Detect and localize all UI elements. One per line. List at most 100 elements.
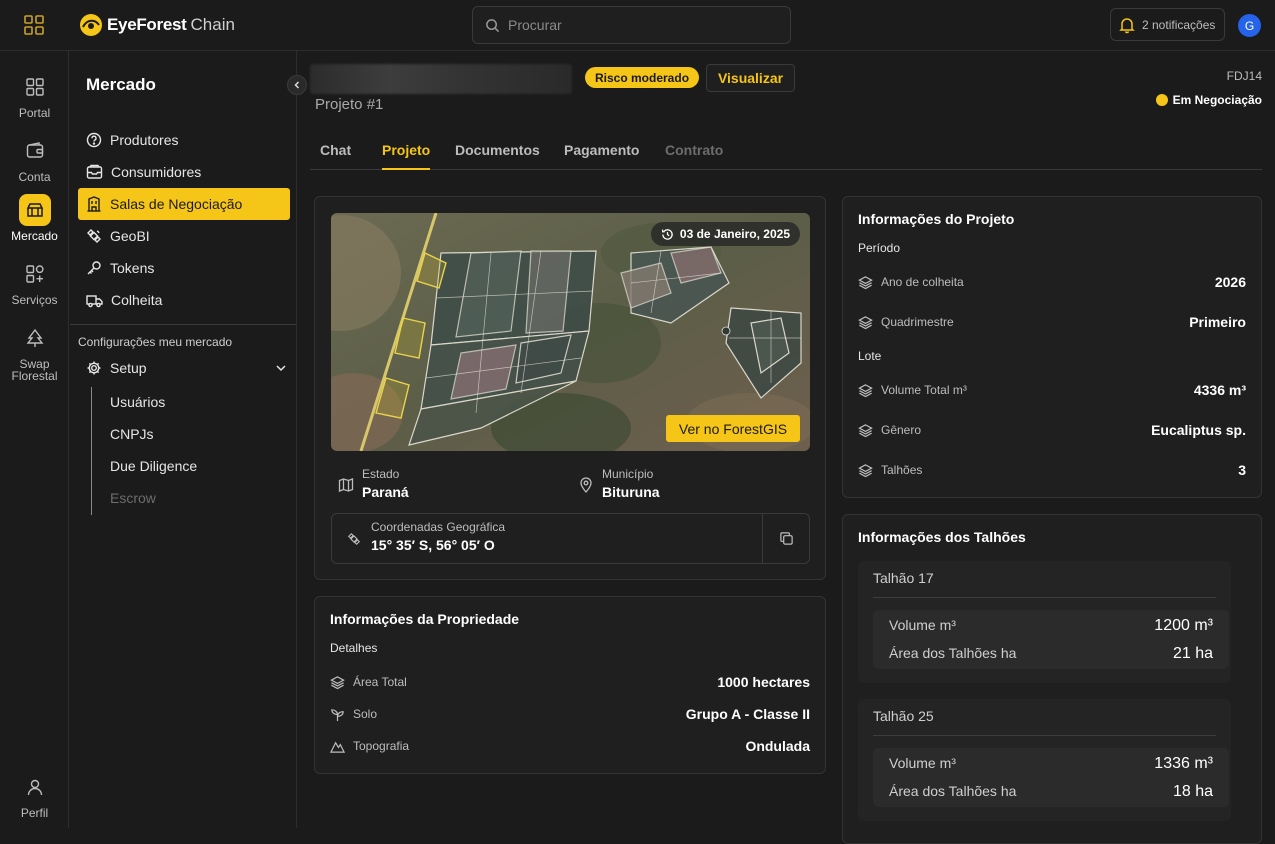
map-date-chip: 03 de Janeiro, 2025 bbox=[650, 222, 800, 246]
project-row-label: Talhões bbox=[881, 463, 923, 477]
wallet-icon bbox=[19, 135, 51, 167]
collapse-sidebar-button[interactable] bbox=[287, 75, 307, 95]
sidebar-item-label: Tokens bbox=[110, 260, 155, 276]
sidebar-item-tokens[interactable]: Tokens bbox=[78, 252, 290, 284]
talhao-area-row: Área dos Talhões ha 21 ha bbox=[889, 645, 1213, 663]
project-row-label: Gênero bbox=[881, 423, 922, 437]
satellite-map[interactable]: 03 de Janeiro, 2025 Ver no ForestGIS bbox=[331, 213, 810, 451]
icon-rail: Portal Conta Mercado Serviços Swap Flore… bbox=[0, 51, 69, 828]
mountain-icon bbox=[330, 740, 345, 753]
project-row-value: 4336 m³ bbox=[1193, 382, 1246, 398]
submenu-item-due-diligence[interactable]: Due Diligence bbox=[110, 458, 197, 474]
sidebar-divider bbox=[70, 324, 296, 325]
submenu-guide-line bbox=[91, 387, 92, 515]
satellite-icon bbox=[347, 532, 361, 546]
submenu-item-usuarios[interactable]: Usuários bbox=[110, 394, 165, 410]
rail-label-conta: Conta bbox=[18, 170, 51, 184]
main-content: Risco moderado Visualizar Projeto #1 FDJ… bbox=[298, 51, 1275, 844]
project-row-ano-de-colheita: Ano de colheita 2026 bbox=[858, 272, 1246, 292]
property-row-topografia: Topografia Ondulada bbox=[330, 736, 810, 756]
user-avatar[interactable]: G bbox=[1238, 14, 1261, 37]
brand-name-light: Chain bbox=[190, 15, 235, 34]
talhoes-info-title: Informações dos Talhões bbox=[858, 529, 1026, 545]
talhao-name: Talhão 25 bbox=[873, 708, 934, 724]
rail-item-swap-florestal[interactable]: Swap Florestal bbox=[0, 322, 69, 382]
history-icon bbox=[661, 228, 673, 240]
copy-coordinates-button[interactable] bbox=[762, 514, 809, 563]
project-row-value: 3 bbox=[1238, 462, 1246, 478]
project-row-value: Eucaliptus sp. bbox=[1151, 422, 1246, 438]
inbox-icon bbox=[86, 164, 103, 179]
tree-icon bbox=[19, 322, 51, 354]
property-row-value: Grupo A - Classe II bbox=[685, 706, 810, 722]
sidebar-item-salas-de-negociacao[interactable]: Salas de Negociação bbox=[78, 188, 290, 220]
talhao-area-row: Área dos Talhões ha 18 ha bbox=[889, 783, 1213, 801]
visualizar-button[interactable]: Visualizar bbox=[706, 64, 795, 92]
project-name: Projeto #1 bbox=[315, 96, 384, 113]
tab-projeto[interactable]: Projeto bbox=[382, 142, 431, 170]
status-badge: Em Negociação bbox=[1155, 93, 1262, 107]
setup-menu-toggle[interactable]: Setup bbox=[78, 353, 290, 383]
project-row-genero: Gênero Eucaliptus sp. bbox=[858, 420, 1246, 440]
sidebar-item-geobi[interactable]: GeoBI bbox=[78, 220, 290, 252]
brand-name-bold: EyeForest bbox=[107, 15, 187, 34]
submenu-item-escrow: Escrow bbox=[110, 490, 156, 506]
layers-icon bbox=[330, 675, 345, 689]
brand-logo[interactable]: EyeForest Chain bbox=[79, 12, 235, 38]
project-row-value: Primeiro bbox=[1189, 314, 1246, 330]
search-input[interactable] bbox=[508, 17, 768, 33]
talhao-volume-label: Volume m³ bbox=[889, 617, 956, 633]
talhao-card: Talhão 17 Volume m³ 1200 m³ Área dos Tal… bbox=[858, 561, 1231, 683]
risk-badge: Risco moderado bbox=[585, 67, 700, 88]
estado-value: Paraná bbox=[362, 484, 409, 500]
sidebar-item-colheita[interactable]: Colheita bbox=[78, 284, 290, 316]
tab-pagamento[interactable]: Pagamento bbox=[564, 142, 639, 158]
estado-field: Estado Paraná bbox=[338, 467, 409, 500]
redacted-project-title bbox=[310, 64, 572, 94]
talhao-details: Volume m³ 1200 m³ Área dos Talhões ha 21… bbox=[873, 610, 1229, 669]
talhao-volume-label: Volume m³ bbox=[889, 755, 956, 771]
map-date: 03 de Janeiro, 2025 bbox=[679, 227, 790, 241]
sidebar-item-label: Salas de Negociação bbox=[110, 196, 243, 212]
talhao-card: Talhão 25 Volume m³ 1336 m³ Área dos Tal… bbox=[858, 699, 1231, 821]
rail-item-perfil[interactable]: Perfil bbox=[0, 771, 69, 819]
rail-item-conta[interactable]: Conta bbox=[0, 135, 69, 183]
status-label: Em Negociação bbox=[1172, 93, 1262, 107]
ver-no-forestgis-button[interactable]: Ver no ForestGIS bbox=[666, 415, 800, 442]
project-map-card: 03 de Janeiro, 2025 Ver no ForestGIS Est… bbox=[314, 196, 826, 580]
building-icon bbox=[87, 196, 101, 212]
tab-chat[interactable]: Chat bbox=[320, 142, 351, 158]
submenu-item-cnpjs[interactable]: CNPJs bbox=[110, 426, 154, 442]
search-box[interactable] bbox=[472, 6, 791, 44]
project-row-volume-total: Volume Total m³ 4336 m³ bbox=[858, 380, 1246, 400]
property-row-label: Área Total bbox=[353, 675, 407, 689]
rail-item-servicos[interactable]: Serviços bbox=[0, 258, 69, 306]
talhao-volume-row: Volume m³ 1200 m³ bbox=[889, 617, 1213, 635]
tab-documentos[interactable]: Documentos bbox=[455, 142, 540, 158]
municipio-field: Município Bituruna bbox=[578, 467, 660, 500]
talhao-area-label: Área dos Talhões ha bbox=[889, 645, 1017, 661]
sidebar-title: Mercado bbox=[86, 75, 156, 94]
apps-grid-icon[interactable] bbox=[23, 14, 45, 36]
notifications-button[interactable]: 2 notificações bbox=[1110, 8, 1225, 41]
project-row-value: 2026 bbox=[1214, 274, 1246, 290]
top-bar: EyeForest Chain 2 notificações G bbox=[0, 0, 1275, 51]
estado-label: Estado bbox=[362, 467, 400, 481]
sidebar-item-consumidores[interactable]: Consumidores bbox=[78, 156, 290, 188]
help-circle-icon bbox=[86, 132, 102, 148]
property-row-label: Topografia bbox=[353, 739, 410, 753]
rail-item-portal[interactable]: Portal bbox=[0, 71, 69, 119]
key-icon bbox=[87, 261, 101, 275]
user-icon bbox=[19, 771, 51, 803]
property-row-area-total: Área Total 1000 hectares bbox=[330, 672, 810, 692]
setup-label: Setup bbox=[110, 360, 147, 376]
notifications-label: 2 notificações bbox=[1142, 17, 1216, 32]
chevron-left-icon bbox=[294, 81, 300, 89]
rail-label-servicos: Serviços bbox=[11, 293, 58, 307]
rail-item-mercado[interactable]: Mercado bbox=[0, 194, 69, 242]
sidebar-item-produtores[interactable]: Produtores bbox=[78, 124, 290, 156]
config-section-label: Configurações meu mercado bbox=[78, 335, 233, 349]
project-row-quadrimestre: Quadrimestre Primeiro bbox=[858, 312, 1246, 332]
layers-icon bbox=[858, 463, 873, 477]
map-pin-icon bbox=[580, 477, 592, 493]
